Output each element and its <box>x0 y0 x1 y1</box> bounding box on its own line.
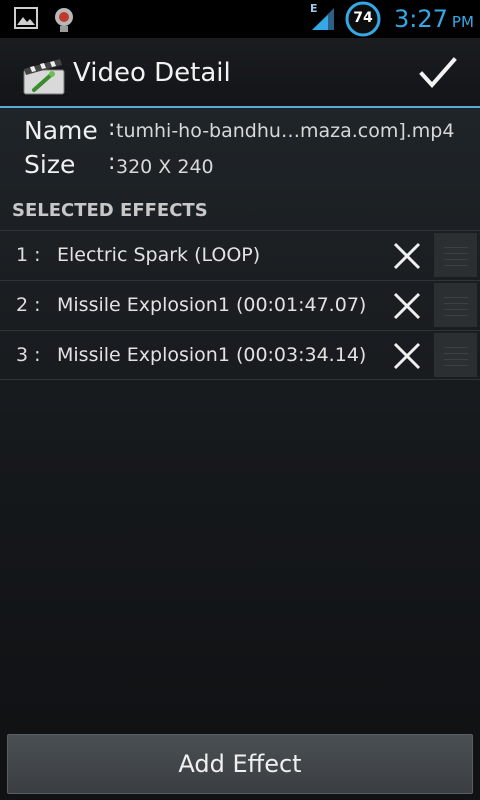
name-label: Name <box>24 116 98 145</box>
battery-level: 74 <box>353 10 373 26</box>
effect-name: Electric Spark (LOOP) <box>57 244 261 266</box>
close-icon[interactable] <box>390 290 424 322</box>
drag-handle[interactable] <box>433 332 478 378</box>
name-separator: : <box>108 116 116 141</box>
action-bar: Video Detail <box>0 38 480 108</box>
clapperboard-icon[interactable] <box>22 56 66 96</box>
clock-time: 3:27 <box>394 5 448 33</box>
effect-index: 3 : <box>16 344 41 366</box>
status-bar: E 74 3:27 PM <box>0 0 480 38</box>
effect-name: Missile Explosion1 (00:03:34.14) <box>57 344 367 366</box>
size-value: 320 X 240 <box>116 156 214 178</box>
close-icon[interactable] <box>390 340 424 372</box>
video-detail-content: Name : tumhi-ho-bandhu…maza.com].mp4 Siz… <box>0 108 480 728</box>
list-item[interactable]: 1 : Electric Spark (LOOP) <box>0 230 480 280</box>
list-item[interactable]: 3 : Missile Explosion1 (00:03:34.14) <box>0 330 480 380</box>
app-notification-icon <box>55 8 73 32</box>
effect-name: Missile Explosion1 (00:01:47.07) <box>57 294 367 316</box>
effect-index: 2 : <box>16 294 41 316</box>
close-icon[interactable] <box>390 240 424 272</box>
signal-icon <box>312 8 334 30</box>
name-value: tumhi-ho-bandhu…maza.com].mp4 <box>116 120 455 142</box>
bottom-bar: Add Effect <box>0 728 480 800</box>
selected-effects-header: SELECTED EFFECTS <box>12 200 208 221</box>
drag-handle[interactable] <box>433 232 478 278</box>
battery-icon: 74 <box>345 1 381 37</box>
effect-index: 1 : <box>16 244 41 266</box>
size-label: Size <box>24 150 76 179</box>
list-item[interactable]: 2 : Missile Explosion1 (00:01:47.07) <box>0 280 480 330</box>
clock: 3:27 PM <box>394 5 474 33</box>
checkmark-icon[interactable] <box>416 52 460 94</box>
size-separator: : <box>108 150 116 175</box>
effects-list: 1 : Electric Spark (LOOP) 2 : Missile Ex… <box>0 230 480 380</box>
drag-handle[interactable] <box>433 282 478 328</box>
page-title: Video Detail <box>73 58 231 88</box>
add-effect-button[interactable]: Add Effect <box>7 734 473 794</box>
gallery-notification-icon <box>14 7 38 29</box>
clock-ampm: PM <box>451 13 474 31</box>
